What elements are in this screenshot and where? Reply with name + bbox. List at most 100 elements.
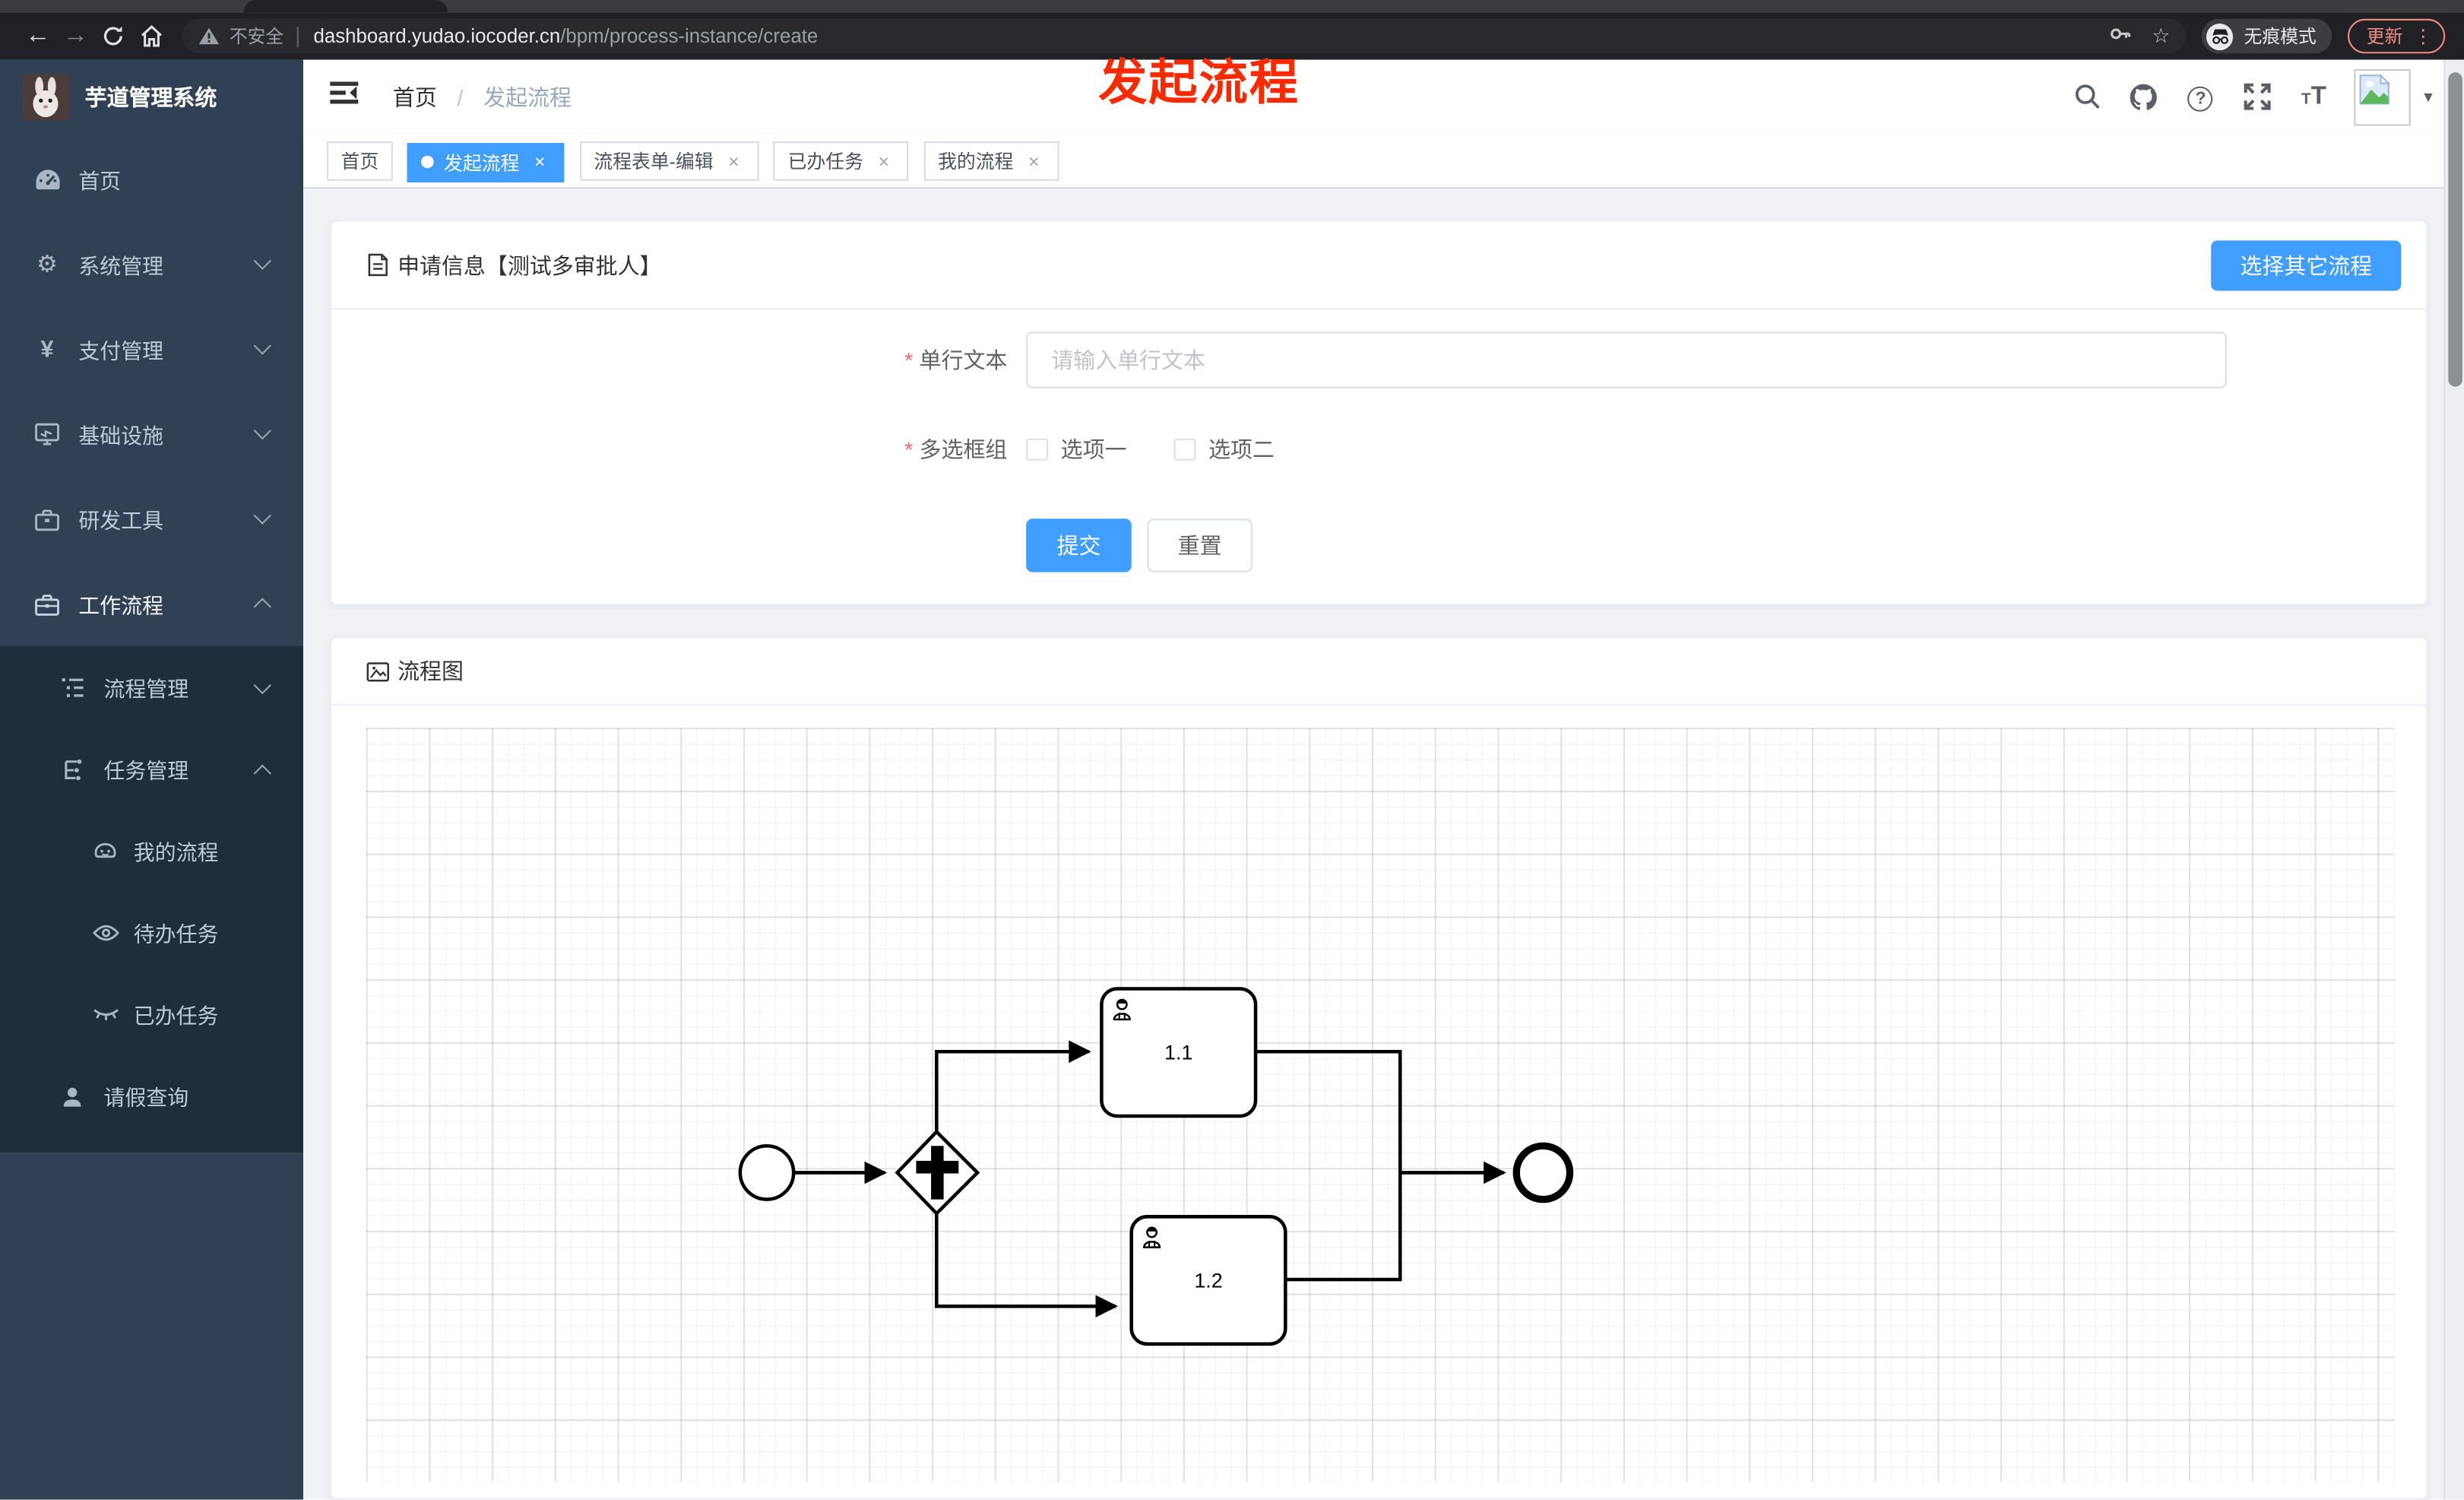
security-label[interactable]: 不安全 — [230, 24, 283, 49]
picture-icon — [366, 661, 389, 681]
forward-button[interactable]: → — [56, 13, 94, 60]
chevron-down-icon — [253, 421, 271, 440]
checkbox-icon[interactable] — [1026, 438, 1049, 461]
sidebar-item-my-process[interactable]: 我的流程 — [0, 810, 303, 892]
tag-home[interactable]: 首页 — [327, 141, 393, 181]
active-browser-tab[interactable] — [243, 0, 448, 13]
chevron-down-icon — [253, 252, 271, 270]
tag-start-process[interactable]: 发起流程 × — [407, 142, 565, 182]
browser-update-button[interactable]: 更新 ⋮ — [2347, 18, 2446, 54]
tree-icon — [59, 755, 87, 782]
sidebar-item-label: 系统管理 — [78, 254, 164, 278]
broken-image-icon — [2360, 73, 2391, 104]
not-secure-warning-icon — [198, 27, 220, 45]
incognito-label: 无痕模式 — [2244, 28, 2317, 48]
breadcrumb: 首页 / 发起流程 — [393, 81, 572, 112]
bpmn-end-event — [1512, 1142, 1574, 1203]
github-icon[interactable] — [2129, 83, 2160, 111]
reset-button[interactable]: 重置 — [1147, 518, 1253, 572]
chevron-down-icon — [253, 676, 271, 695]
sidebar-item-label: 待办任务 — [133, 922, 219, 947]
reload-button[interactable] — [94, 13, 132, 60]
sidebar-item-todo-tasks[interactable]: 待办任务 — [0, 891, 303, 973]
apply-info-card-header: 申请信息【测试多审批人】 选择其它流程 — [331, 222, 2427, 310]
briefcase-icon — [33, 590, 61, 617]
task1-label: 1.1 — [1164, 1042, 1192, 1064]
single-line-text-input[interactable] — [1026, 331, 2227, 388]
monitor-icon — [33, 420, 61, 447]
font-size-icon[interactable]: TT — [2298, 83, 2329, 111]
tag-my-process[interactable]: 我的流程 × — [923, 141, 1059, 181]
sidebar-item-infra[interactable]: 基础设施 — [0, 392, 303, 477]
logo-avatar — [21, 73, 69, 121]
close-icon[interactable]: × — [1023, 150, 1045, 172]
chevron-down-icon — [253, 337, 271, 355]
app-header: 首页 / 发起流程 ? TT ▾ — [303, 59, 2464, 134]
sidebar-item-label: 支付管理 — [78, 339, 164, 363]
breadcrumb-home[interactable]: 首页 — [393, 84, 437, 109]
back-button[interactable]: ← — [19, 13, 57, 60]
sidebar-item-label: 首页 — [78, 170, 122, 194]
incognito-icon — [2206, 22, 2234, 50]
toolbox-icon — [33, 506, 61, 532]
checkbox-group: 选项一 选项二 — [1026, 426, 1322, 473]
apply-info-card: 申请信息【测试多审批人】 选择其它流程 *单行文本 *多选框组 选项一 选项二 — [330, 220, 2428, 606]
tag-done-tasks[interactable]: 已办任务 × — [774, 141, 909, 181]
app-logo[interactable]: 芋道管理系统 — [0, 60, 303, 134]
sidebar-item-system[interactable]: ⚙ 系统管理 — [0, 222, 303, 307]
flow-list-icon — [59, 674, 87, 700]
submit-button[interactable]: 提交 — [1026, 518, 1132, 572]
close-icon[interactable]: × — [723, 150, 745, 172]
yen-icon: ¥ — [40, 335, 54, 363]
flow-gateway-to-task2 — [935, 1213, 1118, 1318]
sidebar-item-home[interactable]: 首页 — [0, 137, 303, 222]
bookmark-star-icon[interactable]: ☆ — [2152, 24, 2170, 49]
app-title: 芋道管理系统 — [84, 84, 217, 109]
sidebar-collapse-button[interactable] — [330, 80, 359, 113]
help-icon[interactable]: ? — [2185, 83, 2216, 111]
browser-menu-icon[interactable]: ⋮ — [2414, 25, 2433, 47]
sidebar-item-leave-query[interactable]: 请假查询 — [0, 1054, 303, 1137]
flow-diagram-card: 流程图 1.1 1.2 — [330, 636, 2428, 1500]
search-icon[interactable] — [2072, 83, 2103, 110]
checkbox-option-2[interactable]: 选项二 — [1173, 434, 1275, 465]
sidebar-item-task-mgmt[interactable]: 任务管理 — [0, 728, 303, 810]
page-scrollbar[interactable] — [2443, 59, 2464, 1500]
sidebar-item-done-tasks[interactable]: 已办任务 — [0, 973, 303, 1055]
chevron-up-icon — [253, 598, 271, 616]
scrollbar-thumb[interactable] — [2448, 72, 2462, 387]
sidebar-item-process-mgmt[interactable]: 流程管理 — [0, 646, 303, 728]
chevron-up-icon — [253, 764, 271, 782]
active-dot — [422, 155, 435, 169]
bpmn-diagram: 1.1 1.2 — [738, 987, 1574, 1346]
checkbox-icon[interactable] — [1173, 438, 1196, 461]
browser-tab-strip — [0, 0, 2464, 13]
eye-closed-icon — [91, 1001, 119, 1027]
fullscreen-icon[interactable] — [2241, 83, 2272, 111]
browser-window: ← → 不安全 dashboard.yudao.iocoder.cn /bpm/… — [0, 0, 2464, 1500]
annotation-text: 发起流程 — [1098, 55, 1300, 110]
page-content: 申请信息【测试多审批人】 选择其它流程 *单行文本 *多选框组 选项一 选项二 — [303, 189, 2464, 1500]
main-area: 首页 / 发起流程 ? TT ▾ 首页 发起流程 × 流程表单-编辑 × 已办任… — [303, 59, 2464, 1500]
close-icon[interactable]: × — [873, 150, 895, 172]
checkbox-group-label: * 多选框组 — [904, 436, 1008, 462]
sidebar-item-devtools[interactable]: 研发工具 — [0, 476, 303, 561]
home-button[interactable] — [132, 13, 170, 60]
choose-other-process-button[interactable]: 选择其它流程 — [2211, 240, 2402, 291]
tag-form-edit[interactable]: 流程表单-编辑 × — [579, 141, 759, 181]
avatar-caret-icon[interactable]: ▾ — [2424, 87, 2432, 107]
flow-diagram-card-header: 流程图 — [331, 638, 2427, 706]
sidebar-item-label: 流程管理 — [103, 677, 189, 702]
user-avatar[interactable] — [2355, 68, 2412, 125]
sidebar-item-label: 已办任务 — [133, 1004, 219, 1029]
checkbox-option-1[interactable]: 选项一 — [1026, 434, 1126, 465]
sidebar-item-label: 我的流程 — [133, 841, 219, 865]
password-key-icon[interactable] — [2109, 22, 2133, 50]
sidebar-item-label: 基础设施 — [78, 424, 164, 449]
apply-form: *单行文本 *多选框组 选项一 选项二 提交 重置 — [331, 309, 2426, 605]
close-icon[interactable]: × — [529, 151, 551, 173]
sidebar-item-payment[interactable]: ¥ 支付管理 — [0, 306, 303, 392]
sidebar-item-label: 任务管理 — [103, 759, 189, 783]
reload-icon — [103, 26, 122, 45]
sidebar-item-workflow[interactable]: 工作流程 — [0, 561, 303, 646]
